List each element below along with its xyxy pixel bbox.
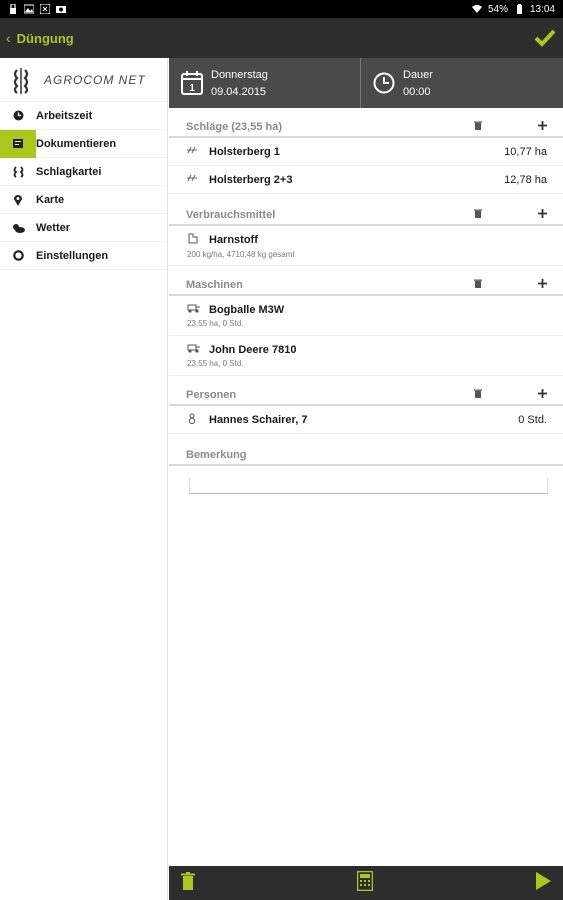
play-start-icon[interactable] [535, 871, 551, 895]
battery-percent: 54% [487, 3, 508, 15]
duration-picker[interactable]: Dauer 00:00 [361, 58, 433, 108]
calculator-icon[interactable] [356, 870, 374, 896]
duration-value: 00:00 [403, 85, 431, 98]
stopwatch-icon [373, 72, 395, 94]
battery-icon [514, 4, 524, 14]
sidebar-item-label: Dokumentieren [36, 137, 117, 150]
item-details: 200 kg/ha, 4710,48 kg gesamt [187, 249, 295, 259]
fertilizer-bag-icon [187, 233, 209, 247]
clock-icon [0, 102, 36, 130]
list-item[interactable]: Hannes Schairer, 7 0 Std. [169, 406, 563, 434]
item-name: Bogballe M3W [209, 303, 285, 316]
list-item[interactable]: Holsterberg 1 10,77 ha [169, 138, 563, 166]
duration-label: Dauer [403, 68, 433, 81]
logo-wordmark: AGROCOM NET [44, 72, 146, 87]
item-name: Hannes Schairer, 7 [209, 413, 308, 426]
sidebar-item-label: Wetter [36, 221, 71, 234]
field-icon [0, 158, 36, 186]
image-notification-icon [23, 4, 35, 14]
list-item[interactable]: Holsterberg 2+3 12,78 ha [169, 166, 563, 194]
item-area: 10,77 ha [504, 145, 547, 158]
weekday-label: Donnerstag [211, 68, 268, 81]
calendar-digit: 1 [189, 83, 195, 94]
item-area: 12,78 ha [504, 173, 547, 186]
section-header-consumables: Verbrauchsmittel [169, 204, 563, 226]
add-icon[interactable] [538, 209, 547, 221]
section-title: Verbrauchsmittel [186, 209, 276, 221]
item-hours: 0 Std. [518, 413, 547, 426]
agrocom-logo: AGROCOM NET [0, 58, 167, 102]
item-name: John Deere 7810 [209, 343, 297, 356]
app-notification-icon [39, 3, 51, 15]
delete-trash-icon[interactable] [181, 871, 195, 895]
trash-icon[interactable] [474, 209, 482, 221]
section-title: Schläge (23,55 ha) [186, 121, 282, 133]
trash-icon[interactable] [474, 121, 482, 133]
add-icon[interactable] [538, 279, 547, 291]
trash-icon[interactable] [474, 389, 482, 401]
lock-notification-icon [8, 3, 18, 14]
section-title: Maschinen [186, 279, 243, 291]
weather-icon [0, 214, 36, 242]
sidebar-item-label: Schlagkartei [36, 165, 102, 178]
section-header-fields: Schläge (23,55 ha) [169, 116, 563, 138]
item-name: Holsterberg 2+3 [209, 173, 293, 186]
field-row-icon [187, 174, 209, 185]
sidebar-item-label: Arbeitszeit [36, 109, 93, 122]
item-details: 23,55 ha, 0 Std. [187, 319, 244, 328]
section-title: Personen [186, 389, 237, 401]
trash-icon[interactable] [474, 279, 482, 291]
item-name: Holsterberg 1 [209, 145, 280, 158]
item-name: Harnstoff [209, 233, 258, 246]
action-bar: ‹ Düngung [0, 18, 563, 58]
confirm-check-icon[interactable] [533, 26, 557, 50]
wifi-icon [471, 4, 482, 14]
status-bar: 54% 13:04 [0, 0, 563, 18]
settings-icon [0, 242, 36, 270]
sidebar-item-arbeitszeit[interactable]: Arbeitszeit [0, 102, 167, 130]
document-icon [0, 129, 36, 158]
section-header-machines: Maschinen [169, 274, 563, 296]
screen-title[interactable]: Düngung [17, 31, 74, 46]
add-icon[interactable] [538, 389, 547, 401]
calendar-icon: 1 [181, 71, 203, 95]
clock-time: 13:04 [529, 3, 555, 15]
section-header-persons: Personen [169, 384, 563, 406]
person-icon [187, 413, 209, 427]
add-icon[interactable] [538, 121, 547, 133]
photo-notification-icon [56, 4, 66, 14]
sidebar-item-einstellungen[interactable]: Einstellungen [0, 242, 167, 270]
section-header-remarks: Bemerkung [169, 444, 563, 466]
machine-icon [187, 303, 209, 316]
date-duration-header: 1 Donnerstag 09.04.2015 Dauer 00:00 [169, 58, 563, 108]
section-title: Bemerkung [186, 449, 247, 461]
sidebar-item-dokumentieren[interactable]: Dokumentieren [0, 129, 167, 158]
remark-input[interactable] [189, 478, 548, 494]
sidebar: AGROCOM NET Arbeitszeit Dokumentieren Sc… [0, 58, 168, 900]
list-item[interactable]: Bogballe M3W 23,55 ha, 0 Std. [169, 296, 563, 336]
date-value: 09.04.2015 [211, 85, 267, 98]
field-row-icon [187, 146, 209, 157]
bottom-toolbar [169, 866, 563, 900]
sidebar-item-label: Karte [36, 193, 65, 206]
back-chevron-icon[interactable]: ‹ [6, 30, 11, 46]
list-item[interactable]: Harnstoff 200 kg/ha, 4710,48 kg gesamt [169, 226, 563, 266]
item-details: 23,55 ha, 0 Std. [187, 359, 244, 368]
sidebar-item-label: Einstellungen [36, 249, 109, 262]
sidebar-item-schlagkartei[interactable]: Schlagkartei [0, 158, 167, 186]
wheat-logo-icon [13, 67, 29, 94]
machine-icon [187, 343, 209, 356]
map-pin-icon [0, 186, 36, 214]
date-picker[interactable]: 1 Donnerstag 09.04.2015 [169, 58, 361, 108]
list-item[interactable]: John Deere 7810 23,55 ha, 0 Std. [169, 336, 563, 376]
main-content: 1 Donnerstag 09.04.2015 Dauer 00:00 Schl… [169, 58, 563, 866]
sidebar-item-wetter[interactable]: Wetter [0, 214, 167, 242]
sidebar-item-karte[interactable]: Karte [0, 186, 167, 214]
